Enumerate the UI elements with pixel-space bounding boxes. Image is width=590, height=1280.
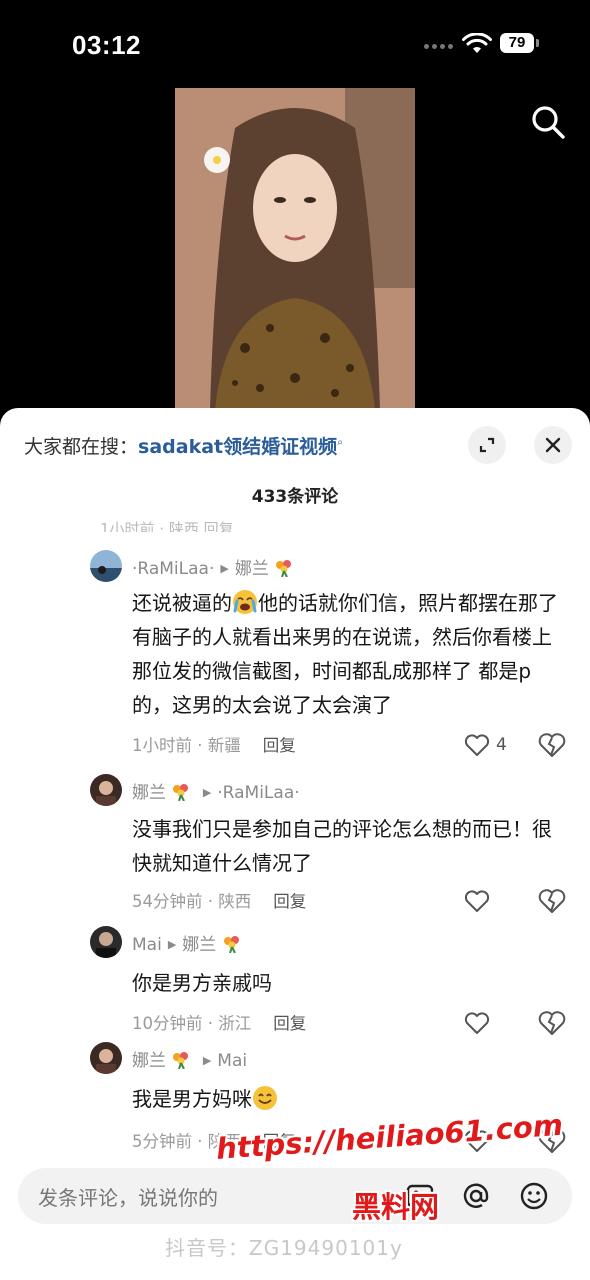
comment-item: 娜兰 ▶ ·RaMiLaa· 没事我们只是参加自己的评论怎么想的而已！很快就知道什…: [90, 774, 570, 914]
comment-meta: 10分钟前 · 浙江 回复: [132, 1010, 306, 1034]
like-button[interactable]: [464, 888, 524, 914]
comment-text-part: 我是男方妈咪: [132, 1087, 252, 1111]
comment-meta: 1小时前 · 新疆 回复: [132, 732, 296, 756]
comment-text-part: 还说被逼的: [132, 591, 232, 615]
video-frame-image: [175, 88, 415, 410]
avatar[interactable]: [90, 550, 122, 582]
crying-emoji-icon: [233, 590, 257, 614]
comment-text: 我是男方妈咪: [132, 1082, 562, 1116]
expand-icon: [479, 437, 495, 453]
reply-arrow-icon: ▶: [220, 562, 229, 575]
avatar[interactable]: [90, 926, 122, 958]
comment-time-location: 54分钟前 · 陕西: [132, 892, 252, 911]
trending-search[interactable]: 大家都在搜：sadakat领结婚证视频⌕: [24, 432, 343, 459]
reply-to-username[interactable]: ·RaMiLaa·: [217, 783, 299, 803]
partial-comment-row: 1小时前 · 陕西 回复: [100, 520, 234, 532]
query-search-icon: ⌕: [337, 435, 344, 449]
comment-username[interactable]: Mai ▶ 娜兰: [132, 930, 242, 955]
cellular-signal-icon: [424, 44, 453, 49]
flower-emoji-icon: [276, 560, 292, 577]
flower-emoji-icon: [223, 936, 239, 953]
search-icon[interactable]: [530, 104, 566, 140]
expand-button[interactable]: [468, 426, 506, 464]
trending-query[interactable]: sadakat领结婚证视频: [138, 436, 337, 458]
comment-username[interactable]: 娜兰 ▶ ·RaMiLaa·: [132, 778, 300, 803]
username[interactable]: Mai: [132, 935, 162, 955]
flower-emoji-icon: [173, 1052, 189, 1069]
close-icon: [545, 437, 561, 453]
watermark-name: 黑料网: [352, 1190, 440, 1224]
comment-time-location: 1小时前 · 新疆: [132, 736, 241, 755]
heart-icon: [464, 890, 490, 912]
close-button[interactable]: [534, 426, 572, 464]
comment-username[interactable]: 娜兰 ▶ Mai: [132, 1046, 247, 1071]
flower-emoji-icon: [173, 784, 189, 801]
comment-input-placeholder[interactable]: 发条评论，说说你的: [38, 1182, 218, 1211]
username[interactable]: ·RaMiLaa·: [132, 559, 214, 579]
reply-button[interactable]: 回复: [263, 736, 296, 755]
comment-input-bar[interactable]: 发条评论，说说你的: [18, 1168, 572, 1224]
smiling-emoji-icon: [253, 1086, 277, 1110]
reply-arrow-icon: ▶: [202, 1054, 212, 1067]
comment-text: 还说被逼的 他的话就你们信，照片都摆在那了 有脑子的人就看出来男的在说谎，然后你看…: [132, 586, 562, 722]
trending-label: 大家都在搜：: [24, 436, 139, 458]
comment-count: 433条评论: [251, 487, 339, 507]
emoji-picker-icon[interactable]: [518, 1180, 550, 1212]
comment-item: ·RaMiLaa· ▶ 娜兰 还说被逼的 他的话就你们信，照片都摆在那了 有脑子的人就…: [90, 550, 570, 760]
reply-to-username[interactable]: Mai: [217, 1051, 247, 1071]
comment-meta: 54分钟前 · 陕西 回复: [132, 888, 306, 912]
reply-button[interactable]: 回复: [273, 1014, 306, 1033]
dislike-icon[interactable]: [538, 888, 566, 914]
reply-arrow-icon: ▶: [167, 938, 177, 951]
comment-text: 没事我们只是参加自己的评论怎么想的而已！很快就知道什么情况了: [132, 817, 552, 875]
heart-icon: [464, 1012, 490, 1034]
video-player[interactable]: [175, 88, 415, 410]
comment-item: Mai ▶ 娜兰 你是男方亲戚吗 10分钟前 · 浙江 回复: [90, 926, 570, 1036]
battery-tip: [536, 39, 539, 47]
reply-to-username[interactable]: 娜兰: [182, 935, 216, 955]
battery-icon: 79: [500, 33, 534, 53]
douyin-id-watermark: 抖音号：ZG19490101y: [165, 1236, 403, 1260]
status-bar: 03:12 79: [0, 0, 590, 88]
heart-icon: [464, 734, 490, 756]
reply-button[interactable]: 回复: [273, 892, 306, 911]
like-button[interactable]: 4: [464, 732, 524, 758]
username[interactable]: 娜兰: [132, 1051, 166, 1071]
like-button[interactable]: [464, 1010, 524, 1036]
comment-username[interactable]: ·RaMiLaa· ▶ 娜兰: [132, 554, 294, 579]
reply-to-username[interactable]: 娜兰: [235, 559, 269, 579]
mention-icon[interactable]: [460, 1180, 492, 1212]
avatar[interactable]: [90, 1042, 122, 1074]
username[interactable]: 娜兰: [132, 783, 166, 803]
dislike-icon[interactable]: [538, 732, 566, 758]
comment-text: 你是男方亲戚吗: [132, 971, 272, 995]
reply-arrow-icon: ▶: [202, 786, 212, 799]
wifi-icon: [462, 33, 492, 53]
avatar[interactable]: [90, 774, 122, 806]
like-count: 4: [496, 735, 507, 755]
status-time: 03:12: [72, 30, 141, 60]
comment-time-location: 10分钟前 · 浙江: [132, 1014, 252, 1033]
dislike-icon[interactable]: [538, 1010, 566, 1036]
